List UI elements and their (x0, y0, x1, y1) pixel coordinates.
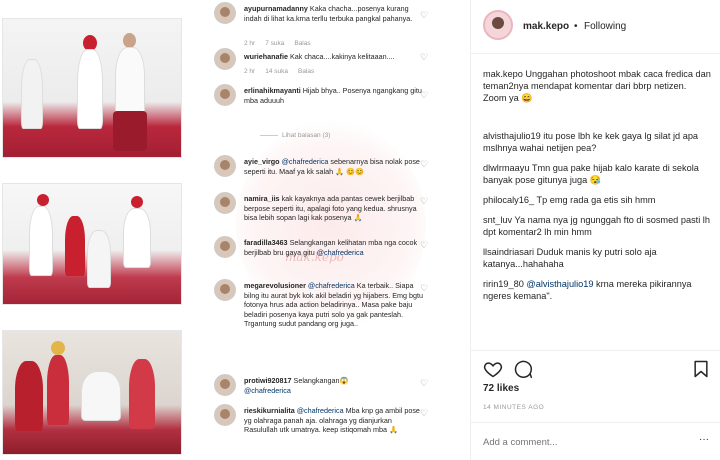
comment-username[interactable]: rieskikurnialita (244, 406, 295, 415)
post-time[interactable]: 14 MINUTES AGO (483, 404, 544, 411)
comment-username[interactable]: namira_iis (244, 194, 280, 203)
comment-username[interactable]: erlinahikmayanti (244, 86, 301, 95)
mention-link[interactable]: @chafrederica (297, 406, 344, 415)
avatar[interactable] (214, 155, 236, 177)
add-comment-bar: ··· (471, 422, 720, 460)
heart-icon[interactable]: ♡ (420, 378, 428, 389)
heart-icon[interactable]: ♡ (420, 240, 428, 251)
profile-avatar[interactable] (483, 10, 513, 40)
post-comment-text: Tp emg rada ga etis sih hmm (536, 195, 656, 205)
figure-red-pants (113, 111, 147, 151)
post-comment: snt_luv Ya nama nya jg ngunggah fto di s… (483, 214, 713, 238)
avatar[interactable] (214, 84, 236, 106)
comment-username[interactable]: megarevolusioner (244, 281, 306, 290)
figure-head-3 (131, 196, 143, 208)
comment-time: 2 hr (244, 68, 256, 75)
comment-likes[interactable]: 14 suka (265, 68, 288, 75)
comment-username[interactable]: wuriehanafie (244, 52, 288, 61)
add-comment-input[interactable] (483, 435, 683, 449)
comment-icon[interactable] (513, 359, 533, 379)
heart-icon[interactable]: ♡ (420, 196, 428, 207)
figure-boxing (15, 361, 43, 431)
photo-1[interactable] (2, 18, 182, 158)
figure-karate (21, 59, 43, 129)
figure-head-2 (123, 33, 136, 48)
view-replies-link[interactable]: Lihat balasan (3) (260, 132, 330, 139)
post-header: mak.kepo • Following (471, 0, 720, 54)
comment-username[interactable]: faradilla3463 (244, 238, 288, 247)
photo-3[interactable] (2, 330, 182, 455)
post-comment-mention[interactable]: @alvisthajulio19 (526, 279, 593, 289)
caption-zoom: Zoom ya 😄 (483, 93, 533, 104)
photo-2[interactable] (2, 183, 182, 305)
avatar[interactable] (214, 2, 236, 24)
heart-icon[interactable]: ♡ (420, 408, 428, 419)
comment-username[interactable]: ayie_virgo (244, 157, 280, 166)
post-comment-user[interactable]: philocaly16_ (483, 195, 534, 205)
photo-column (0, 0, 186, 460)
comment-username[interactable]: protiwi920817 (244, 376, 292, 385)
post-comment: alvisthajulio19 itu pose lbh ke kek gaya… (483, 130, 713, 154)
caption-username[interactable]: mak.kepo (483, 69, 523, 79)
post-comment-user[interactable]: snt_luv (483, 215, 512, 225)
mention-link[interactable]: @chafrederica (317, 248, 364, 257)
figure-red-3 (129, 359, 155, 429)
screenshot-frame: mak.kepo ayupurnamadanny Kaka chacha...p… (0, 0, 720, 460)
post-comment: llsaindriasari Duduk manis ky putri solo… (483, 246, 713, 270)
figure-white-2 (81, 371, 121, 421)
avatar[interactable] (214, 374, 236, 396)
post-caption: mak.kepo Unggahan photoshoot mbak caca f… (483, 68, 711, 105)
heart-icon[interactable]: ♡ (420, 90, 428, 101)
comment-text: Kak chaca....kakinya kelitaaan.... (289, 52, 395, 61)
reply-link[interactable]: Balas (298, 68, 314, 75)
comment-text: Selangkangan😱 (293, 376, 349, 385)
post-comment: ririn19_80 @alvisthajulio19 krna mereka … (483, 278, 713, 302)
post-comment-user[interactable]: ririn19_80 (483, 279, 524, 289)
figure-red (65, 216, 85, 276)
avatar[interactable] (214, 236, 236, 258)
figure-tennis (29, 206, 53, 276)
heart-icon[interactable] (483, 359, 503, 379)
avatar[interactable] (214, 48, 236, 70)
heart-icon[interactable]: ♡ (420, 159, 428, 170)
figure-white-shirt (115, 47, 145, 117)
heart-icon[interactable]: ♡ (420, 10, 428, 21)
figure-kick (123, 208, 151, 268)
post-comment-user[interactable]: alvisthajulio19 (483, 131, 541, 141)
comment-username[interactable]: ayupurnamadanny (244, 4, 308, 13)
heart-icon[interactable]: ♡ (420, 52, 428, 63)
reply-link[interactable]: Balas (294, 40, 310, 47)
heart-icon[interactable]: ♡ (420, 283, 428, 294)
screenshot-comments: ayupurnamadanny Kaka chacha...posenya ku… (188, 0, 440, 460)
mention-link[interactable]: @chafrederica (308, 281, 355, 290)
figure-red-2 (47, 355, 69, 425)
figure-head-crown (51, 341, 65, 355)
more-options-icon[interactable]: ··· (699, 434, 709, 445)
post-comment-text: Ya nama nya jg ngunggah fto di sosmed pa… (483, 215, 710, 238)
figure-white-uniform (77, 49, 103, 129)
post-comment-user[interactable]: dlwlrmaayu (483, 163, 529, 173)
post-comment: philocaly16_ Tp emg rada ga etis sih hmm (483, 194, 713, 206)
post-comment-user[interactable]: llsaindriasari (483, 247, 534, 257)
comment-time: 2 hr (244, 40, 256, 47)
avatar[interactable] (214, 192, 236, 214)
likes-count[interactable]: 72 likes (483, 383, 519, 394)
figure-head (37, 194, 49, 206)
mention-link[interactable]: @chafrederica (282, 157, 329, 166)
mention-link[interactable]: @chafrederica (244, 386, 291, 395)
avatar[interactable] (214, 279, 236, 301)
separator-dot: • (574, 21, 578, 32)
following-button[interactable]: Following (584, 21, 626, 32)
avatar[interactable] (214, 404, 236, 426)
post-panel: mak.kepo • Following mak.kepo Unggahan p… (470, 0, 720, 460)
bookmark-icon[interactable] (691, 359, 711, 379)
comment-likes[interactable]: 7 suka (265, 40, 284, 47)
post-comment: dlwlrmaayu Tmn gua pake hijab kalo karat… (483, 162, 713, 186)
figure-white (87, 230, 111, 288)
profile-username[interactable]: mak.kepo (523, 21, 569, 32)
